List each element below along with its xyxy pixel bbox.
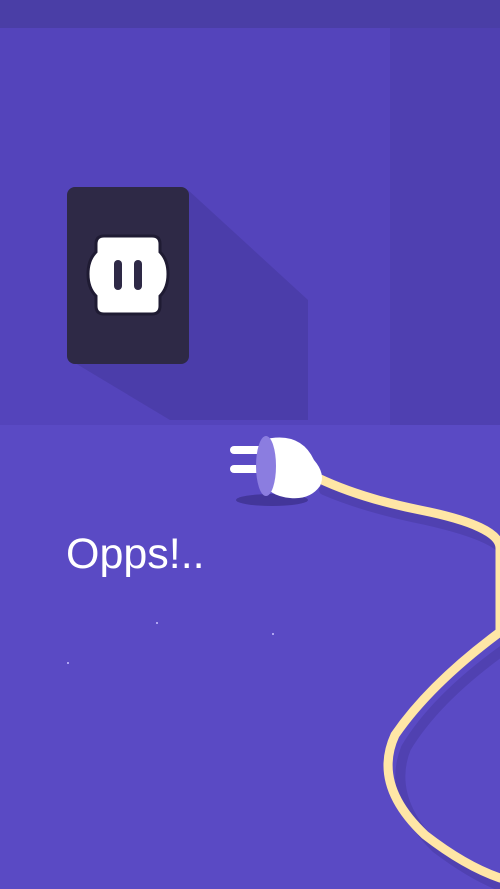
floor-speck [156, 622, 158, 624]
power-outlet-icon [67, 187, 189, 364]
cable-shadow [319, 485, 500, 889]
outlet-slot-left [114, 260, 122, 290]
unplugged-illustration [67, 187, 500, 889]
outlet-socket [86, 234, 170, 316]
floor-speck [272, 633, 274, 635]
error-message: Opps!.. [66, 530, 205, 578]
floor-speck [67, 662, 69, 664]
unplugged-plug-icon [230, 436, 322, 499]
outlet-slot-right [134, 260, 142, 290]
error-screen: Opps!.. [0, 0, 500, 889]
plug-face [256, 436, 276, 496]
